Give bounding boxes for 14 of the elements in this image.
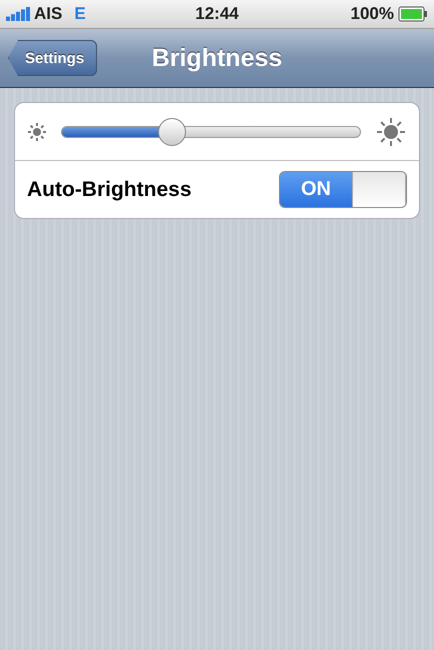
battery-percent: 100% — [350, 4, 394, 24]
bright-sun-icon — [375, 116, 407, 148]
brightness-slider[interactable] — [61, 118, 361, 146]
carrier-name: AIS — [34, 4, 62, 24]
signal-icon — [6, 7, 30, 21]
setting-label: Auto-Brightness — [27, 178, 192, 202]
clock-time: 12:44 — [195, 4, 239, 23]
back-button[interactable]: Settings — [8, 40, 98, 76]
network-type: E — [74, 4, 86, 24]
toggle-switch[interactable]: ON — [279, 171, 407, 208]
slider-thumb[interactable] — [158, 118, 186, 146]
dim-sun-icon — [27, 122, 47, 142]
battery-icon — [398, 6, 428, 22]
page-title: Brightness — [152, 44, 282, 72]
